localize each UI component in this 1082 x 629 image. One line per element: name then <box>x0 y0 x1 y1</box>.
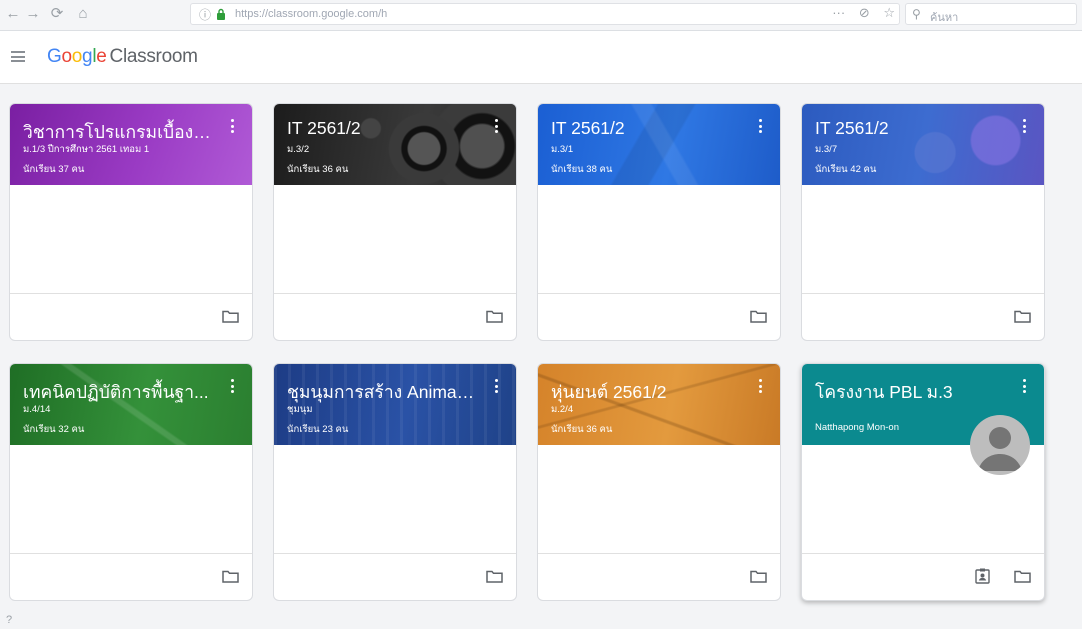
card-footer <box>10 293 252 340</box>
class-card[interactable]: หุ่นยนต์ 2561/2 ม.2/4 นักเรียน 36 คน <box>537 363 781 601</box>
student-count: นักเรียน 32 คน <box>23 424 85 435</box>
card-footer <box>10 553 252 600</box>
more-actions-icon[interactable]: ··· <box>832 5 845 20</box>
help-icon[interactable]: ? <box>6 614 12 626</box>
class-title[interactable]: หุ่นยนต์ 2561/2 <box>551 378 741 406</box>
class-card[interactable]: ชุมนุมการสร้าง Animati... ชุมนุม นักเรีย… <box>273 363 517 601</box>
class-card[interactable]: IT 2561/2 ม.3/7 นักเรียน 42 คน <box>801 103 1045 341</box>
class-grid: วิชาการโปรแกรมเบื้องต้น ม.1/3 ปีการศึกษา… <box>0 84 1082 629</box>
class-card[interactable]: IT 2561/2 ม.3/1 นักเรียน 38 คน <box>537 103 781 341</box>
search-icon: ⚲ <box>912 7 921 21</box>
more-options-icon[interactable] <box>490 379 502 397</box>
card-header[interactable]: IT 2561/2 ม.3/2 นักเรียน 36 คน <box>274 104 516 185</box>
folder-icon[interactable] <box>1014 310 1031 323</box>
search-placeholder: ค้นหา <box>930 12 959 24</box>
card-header[interactable]: ชุมนุมการสร้าง Animati... ชุมนุม นักเรีย… <box>274 364 516 445</box>
url-text[interactable]: https://classroom.google.com/h <box>235 8 387 20</box>
folder-icon[interactable] <box>222 310 239 323</box>
app-header: Google Classroom <box>0 31 1082 84</box>
folder-icon[interactable] <box>1014 570 1031 583</box>
more-options-icon[interactable] <box>754 119 766 137</box>
reload-icon[interactable]: ⟳ <box>46 3 68 25</box>
teacher-avatar[interactable] <box>970 415 1030 475</box>
class-title[interactable]: โครงงาน PBL ม.3 <box>815 378 1005 406</box>
card-footer <box>802 293 1044 340</box>
info-icon[interactable]: ⓘ <box>199 6 211 23</box>
class-title[interactable]: เทคนิคปฏิบัติการพื้นฐา... <box>23 378 213 406</box>
folder-icon[interactable] <box>750 310 767 323</box>
student-count: นักเรียน 42 คน <box>815 164 877 175</box>
class-card[interactable]: โครงงาน PBL ม.3 Natthapong Mon-on <box>801 363 1045 601</box>
bookmark-star-icon[interactable]: ☆ <box>883 5 895 20</box>
class-title[interactable]: IT 2561/2 <box>815 118 1005 139</box>
folder-icon[interactable] <box>750 570 767 583</box>
class-section: ชุมนุม <box>287 404 313 415</box>
class-title[interactable]: ชุมนุมการสร้าง Animati... <box>287 378 477 406</box>
student-work-icon[interactable] <box>975 568 990 584</box>
class-section: ม.4/14 <box>23 404 51 415</box>
class-card[interactable]: วิชาการโปรแกรมเบื้องต้น ม.1/3 ปีการศึกษา… <box>9 103 253 341</box>
class-card[interactable]: เทคนิคปฏิบัติการพื้นฐา... ม.4/14 นักเรีย… <box>9 363 253 601</box>
back-icon[interactable]: ← <box>2 3 24 25</box>
browser-toolbar: ← → ⟳ ⌂ ⓘ https://classroom.google.com/h… <box>0 0 1082 31</box>
student-count: นักเรียน 23 คน <box>287 424 349 435</box>
card-header[interactable]: IT 2561/2 ม.3/7 นักเรียน 42 คน <box>802 104 1044 185</box>
more-options-icon[interactable] <box>1018 379 1030 397</box>
browser-search-box[interactable]: ⚲ ค้นหา <box>905 3 1077 25</box>
card-footer <box>274 553 516 600</box>
hamburger-menu-icon[interactable] <box>11 51 25 62</box>
address-bar[interactable]: ⓘ https://classroom.google.com/h ··· ⊘ ☆ <box>190 3 900 25</box>
folder-icon[interactable] <box>486 310 503 323</box>
card-footer <box>538 553 780 600</box>
folder-icon[interactable] <box>222 570 239 583</box>
class-section: ม.3/2 <box>287 144 310 155</box>
card-footer <box>274 293 516 340</box>
google-classroom-logo[interactable]: Google Classroom <box>47 46 198 68</box>
class-section: ม.3/7 <box>815 144 838 155</box>
forward-icon[interactable]: → <box>22 3 44 25</box>
more-options-icon[interactable] <box>226 379 238 397</box>
more-options-icon[interactable] <box>226 119 238 137</box>
card-footer <box>538 293 780 340</box>
student-count: นักเรียน 37 คน <box>23 164 85 175</box>
student-count: นักเรียน 36 คน <box>287 164 349 175</box>
teacher-name[interactable]: Natthapong Mon-on <box>815 422 899 433</box>
class-title[interactable]: IT 2561/2 <box>551 118 741 139</box>
card-header[interactable]: หุ่นยนต์ 2561/2 ม.2/4 นักเรียน 36 คน <box>538 364 780 445</box>
student-count: นักเรียน 36 คน <box>551 424 613 435</box>
url-actions: ··· ⊘ ☆ <box>822 5 895 21</box>
more-options-icon[interactable] <box>490 119 502 137</box>
more-options-icon[interactable] <box>1018 119 1030 137</box>
class-card[interactable]: IT 2561/2 ม.3/2 นักเรียน 36 คน <box>273 103 517 341</box>
lock-icon <box>217 8 225 20</box>
home-icon[interactable]: ⌂ <box>72 3 94 25</box>
student-count: นักเรียน 38 คน <box>551 164 613 175</box>
class-section: ม.2/4 <box>551 404 574 415</box>
class-section: ม.1/3 ปีการศึกษา 2561 เทอม 1 <box>23 144 150 155</box>
default-avatar-icon <box>978 427 1022 471</box>
card-header[interactable]: วิชาการโปรแกรมเบื้องต้น ม.1/3 ปีการศึกษา… <box>10 104 252 185</box>
pocket-icon[interactable]: ⊘ <box>859 5 870 20</box>
card-header[interactable]: IT 2561/2 ม.3/1 นักเรียน 38 คน <box>538 104 780 185</box>
folder-icon[interactable] <box>486 570 503 583</box>
more-options-icon[interactable] <box>754 379 766 397</box>
class-section: ม.3/1 <box>551 144 574 155</box>
class-title[interactable]: IT 2561/2 <box>287 118 477 139</box>
card-header[interactable]: เทคนิคปฏิบัติการพื้นฐา... ม.4/14 นักเรีย… <box>10 364 252 445</box>
card-footer <box>802 553 1044 600</box>
